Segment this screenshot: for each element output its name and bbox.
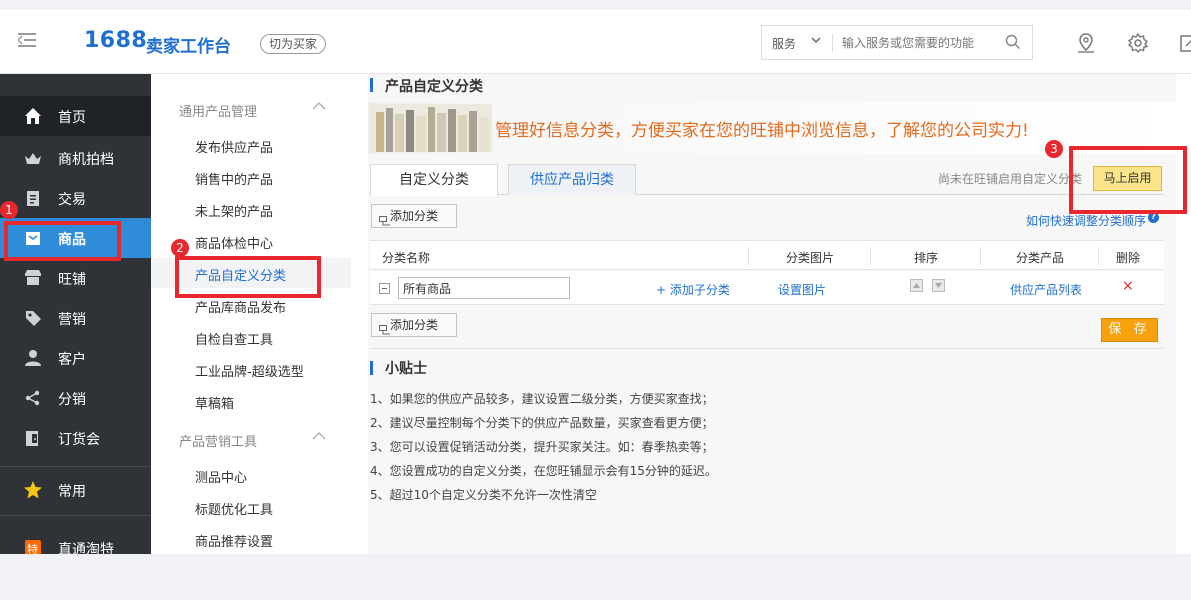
highlight-box-products [4,221,121,261]
nav-item-marketing[interactable]: 营销 [0,298,151,338]
move-up-icon[interactable] [910,279,923,292]
add-folder-icon [379,320,391,335]
highlight-box-enable [1069,146,1187,214]
move-down-icon[interactable] [932,279,945,292]
switch-to-buyer-button[interactable]: 切为买家 [260,34,327,54]
subnav-item-off-shelf[interactable]: 未上架的产品 [195,201,273,220]
set-image-link[interactable]: 设置图片 [778,281,826,298]
star-icon [23,480,43,500]
subnav-item-self-check[interactable]: 自检自查工具 [195,329,273,348]
main-sidebar: 首页 商机拍档 交易 商品 旺铺 营销 客户 分销 订货会 常用 特 直通淘特 [0,74,151,558]
gear-icon[interactable] [1127,32,1149,54]
subnav-item-on-sale[interactable]: 销售中的产品 [195,169,273,188]
save-button[interactable]: 保 存 [1101,318,1158,342]
tips-title: 小贴士 [385,361,427,377]
highlight-box-custom-category [175,256,321,298]
folders-illustration [370,104,492,152]
nav-item-home[interactable]: 首页 [0,96,151,136]
page-title: 产品自定义分类 [385,79,483,95]
nav-item-trade[interactable]: 交易 [0,178,151,218]
tab-supply-products[interactable]: 供应产品归类 [508,164,636,195]
search-box: 服务 [761,25,1033,60]
step-badge-1: 1 [0,201,18,219]
collapse-icon[interactable] [379,283,390,294]
sub-sidebar: 通用产品管理 发布供应产品 销售中的产品 未上架的产品 商品体检中心 产品自定义… [151,74,351,554]
tip-item: 3、您可以设置促销活动分类，提升买家关注。如：春季热卖等； [370,440,714,454]
subnav-item-library-publish[interactable]: 产品库商品发布 [195,297,286,316]
subnav-item-publish[interactable]: 发布供应产品 [195,137,273,156]
tag-icon [23,308,43,328]
logo[interactable]: 1688 [84,28,147,53]
chevron-up-icon[interactable] [311,430,327,445]
subnav-item-title-optimize[interactable]: 标题优化工具 [195,499,273,518]
edit-icon[interactable] [1178,32,1191,54]
nav-item-frequent[interactable]: 常用 [0,470,151,510]
subnav-item-drafts[interactable]: 草稿箱 [195,393,234,412]
nav-item-customers[interactable]: 客户 [0,338,151,378]
tip-item: 1、如果您的供应产品较多，建议设置二级分类，方便买家查找； [370,392,714,406]
subnav-item-test-center[interactable]: 测品中心 [195,467,247,486]
nav-item-store[interactable]: 旺铺 [0,258,151,298]
subnav-group-general[interactable]: 通用产品管理 [179,101,257,120]
nav-item-opportunity[interactable]: 商机拍档 [0,138,151,178]
store-icon [23,268,43,288]
search-input[interactable] [842,32,997,54]
door-icon [23,428,43,448]
add-category-button-bottom[interactable]: 添加分类 [371,313,457,337]
tip-item: 5、超过10个自定义分类不允许一次性清空 [370,488,597,502]
table-header: 分类名称 分类图片 排序 分类产品 删除 [370,240,1164,270]
clipboard-icon [23,188,43,208]
user-icon [23,348,43,368]
chevron-up-icon[interactable] [311,100,327,115]
subnav-group-marketing[interactable]: 产品营销工具 [179,431,257,450]
delete-icon[interactable]: × [1122,278,1134,294]
crown-icon [23,148,43,168]
step-badge-2: 2 [171,239,189,257]
add-subcategory-link[interactable]: + 添加子分类 [656,281,730,298]
search-category[interactable]: 服务 [772,35,796,52]
subnav-item-health-check[interactable]: 商品体检中心 [195,233,273,252]
add-folder-icon [379,211,391,226]
tab-custom-category[interactable]: 自定义分类 [370,164,498,196]
share-icon [23,388,43,408]
map-pin-icon[interactable] [1075,32,1097,54]
top-bar: 1688 卖家工作台 切为买家 服务 [0,10,1191,74]
nav-item-distribution[interactable]: 分销 [0,378,151,418]
nav-item-order-fair[interactable]: 订货会 [0,418,151,458]
subnav-item-recommend[interactable]: 商品推荐设置 [195,531,273,550]
table-row: + 添加子分类 设置图片 供应产品列表 × [370,271,1164,305]
search-icon[interactable] [1005,34,1021,50]
product-list-link[interactable]: 供应产品列表 [1010,281,1082,298]
main-content: 产品自定义分类 管理好信息分类，方便买家在您的旺铺中浏览信息，了解您的公司实力!… [351,74,1191,554]
add-category-button[interactable]: 添加分类 [371,204,457,228]
tip-item: 4、您设置成功的自定义分类，在您旺铺显示会有15分钟的延迟。 [370,464,717,478]
menu-toggle-icon[interactable] [18,32,36,48]
unactivated-notice: 尚未在旺铺启用自定义分类 [938,172,1083,186]
help-reorder-link[interactable]: 如何快速调整分类顺序 [1026,212,1146,229]
banner-text: 管理好信息分类，方便买家在您的旺铺中浏览信息，了解您的公司实力! [495,121,1029,141]
home-icon [23,106,43,126]
tip-item: 2、建议尽量控制每个分类下的供应产品数量，买家查看更方便； [370,416,714,430]
logo-subtitle[interactable]: 卖家工作台 [146,32,231,57]
category-name-input[interactable] [398,277,570,299]
chevron-down-icon[interactable] [810,34,822,49]
step-badge-3: 3 [1045,140,1063,158]
subnav-item-brand-select[interactable]: 工业品牌-超级选型 [195,361,304,380]
